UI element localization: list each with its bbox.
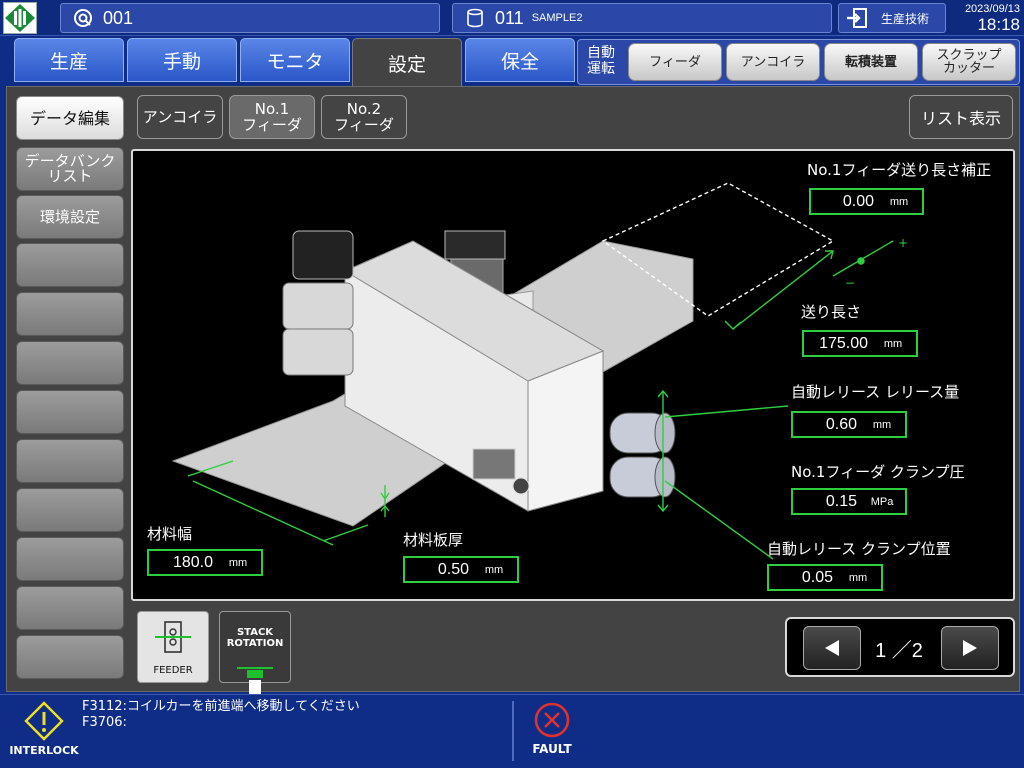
feed-length-correction-label: No.1フィーダ送り長さ補正 — [807, 161, 992, 179]
page-indicator: 1 ／2 — [875, 640, 923, 662]
fault-label: FAULT — [532, 742, 572, 756]
company-logo — [3, 2, 37, 34]
release-amount-value: 0.60 — [825, 415, 857, 433]
tab-manual[interactable]: 手動 — [127, 38, 237, 82]
minus-sign: − — [845, 276, 855, 290]
plus-sign: + — [898, 236, 908, 250]
sidebar-item-empty[interactable] — [16, 635, 124, 679]
login-icon — [847, 8, 867, 28]
unit-label: mm — [484, 563, 504, 576]
user-name: 生産技術 — [881, 11, 930, 26]
program-number-box[interactable]: 001 — [60, 3, 440, 33]
sidebar-item-databank-list[interactable]: データバンク リスト — [16, 147, 124, 191]
mode-feeder-label: FEEDER — [153, 665, 193, 676]
feeder-illustration: + − — [171, 182, 908, 560]
interlock-indicator[interactable]: INTERLOCK — [8, 701, 80, 763]
tab-settings[interactable]: 設定 — [352, 38, 462, 88]
data-number: 011 — [495, 7, 524, 28]
mode-selector: FEEDER STACK ROTATION — [131, 607, 301, 694]
feed-length-value: 175.00 — [819, 334, 868, 352]
material-thickness-field[interactable]: 0.50 mm — [403, 556, 519, 583]
clamp-pressure-field[interactable]: 0.15 MPa — [791, 488, 907, 515]
auto-run-panel: 自動 運転 フィーダ アンコイラ 転積装置 スクラップ カッター — [577, 39, 1020, 85]
clamp-position-field[interactable]: 0.05 mm — [767, 564, 883, 591]
next-page-button[interactable] — [941, 626, 999, 670]
feed-length-correction-field[interactable]: 0.00 mm — [809, 188, 924, 215]
user-box[interactable]: 生産技術 — [838, 3, 946, 33]
sidebar-item-data-edit[interactable]: データ編集 — [16, 96, 124, 140]
auto-scrap-cutter-button[interactable]: スクラップ カッター — [922, 43, 1016, 81]
auto-uncoiler-button[interactable]: アンコイラ — [726, 43, 820, 81]
material-thickness-value: 0.50 — [437, 560, 469, 578]
fault-indicator[interactable]: FAULT — [524, 701, 580, 763]
fault-icon — [534, 702, 570, 738]
warning-icon — [24, 701, 64, 741]
alarm-bar: INTERLOCK F3112:コイルカーを前進端へ移動してください F3706… — [0, 694, 1024, 768]
auto-feeder-button[interactable]: フィーダ — [628, 43, 722, 81]
auto-run-label: 自動 運転 — [587, 45, 615, 77]
clamp-position-value: 0.05 — [801, 568, 833, 586]
subtab-uncoiler[interactable]: アンコイラ — [137, 95, 223, 139]
tab-maintenance[interactable]: 保全 — [465, 38, 575, 82]
time: 18:18 — [977, 15, 1020, 34]
clamp-pressure-label: No.1フィーダ クランプ圧 — [791, 463, 965, 481]
alarm-message: F3706: — [82, 715, 127, 730]
release-amount-label: 自動レリース レリース量 — [791, 383, 960, 401]
mode-stack-rotation-label: STACK ROTATION — [226, 627, 284, 649]
feed-length-label: 送り長さ — [801, 303, 862, 321]
sidebar-item-empty[interactable] — [16, 488, 124, 532]
search-program-icon — [74, 9, 92, 27]
stack-rotation-icon — [237, 667, 273, 694]
auto-stacker-button[interactable]: 転積装置 — [824, 43, 918, 81]
feed-length-correction-value: 0.00 — [842, 192, 874, 210]
unit-label: mm — [889, 195, 909, 208]
tab-monitor[interactable]: モニタ — [240, 38, 350, 82]
mode-stack-rotation-button[interactable]: STACK ROTATION — [219, 611, 291, 694]
sidebar-item-empty[interactable] — [16, 439, 124, 483]
alarm-messages: F3112:コイルカーを前進端へ移動してください F3706: — [82, 699, 360, 731]
sidebar-item-empty[interactable] — [16, 537, 124, 581]
unit-label: mm — [883, 337, 903, 350]
data-name: SAMPLE2 — [531, 12, 583, 24]
unit-label: mm — [228, 556, 248, 569]
arrow-left-icon — [825, 640, 839, 656]
interlock-label: INTERLOCK — [9, 744, 79, 757]
settings-panel: データ編集 データバンク リスト 環境設定 アンコイラ No.1 フィーダ No… — [6, 86, 1020, 694]
unit-label: MPa — [870, 495, 894, 508]
sidebar-item-empty[interactable] — [16, 292, 124, 336]
program-number: 001 — [103, 7, 134, 28]
sidebar-item-empty[interactable] — [16, 243, 124, 287]
release-amount-field[interactable]: 0.60 mm — [791, 411, 907, 438]
database-icon — [467, 8, 483, 28]
feeder-icon — [155, 621, 191, 653]
sidebar-item-empty[interactable] — [16, 390, 124, 434]
feeder-diagram: + − No.1フィーダ送り長さ補正 0.00 mm 送り長さ 175.00 m… — [131, 149, 1015, 601]
material-width-value: 180.0 — [172, 553, 213, 571]
alarm-message: F3112:コイルカーを前進端へ移動してください — [82, 699, 360, 714]
unit-label: mm — [872, 418, 892, 431]
pager: 1 ／2 — [785, 617, 1015, 677]
prev-page-button[interactable] — [803, 626, 861, 670]
divider — [512, 701, 514, 761]
subtab-feeder-1[interactable]: No.1 フィーダ — [229, 95, 315, 139]
sidebar-item-empty[interactable] — [16, 586, 124, 630]
unit-label: mm — [848, 571, 868, 584]
subtab-feeder-2[interactable]: No.2 フィーダ — [321, 95, 407, 139]
sidebar-item-empty[interactable] — [16, 341, 124, 385]
clamp-pressure-value: 0.15 — [825, 492, 857, 510]
clamp-position-label: 自動レリース クランプ位置 — [767, 540, 951, 558]
data-number-box[interactable]: 011 SAMPLE2 — [452, 3, 832, 33]
feed-length-field[interactable]: 175.00 mm — [802, 330, 918, 357]
material-thickness-label: 材料板厚 — [403, 531, 464, 549]
mode-feeder-button[interactable]: FEEDER — [137, 611, 209, 683]
status-bar: 001 011 SAMPLE2 生産技術 2023/09/13 18:18 — [0, 0, 1024, 36]
sidebar-item-env-settings[interactable]: 環境設定 — [16, 195, 124, 239]
material-width-field[interactable]: 180.0 mm — [147, 549, 263, 576]
list-view-button[interactable]: リスト表示 — [909, 95, 1013, 139]
material-width-label: 材料幅 — [147, 525, 193, 543]
arrow-right-icon — [963, 640, 977, 656]
clock: 2023/09/13 18:18 — [950, 1, 1024, 35]
tab-production[interactable]: 生産 — [14, 38, 124, 82]
